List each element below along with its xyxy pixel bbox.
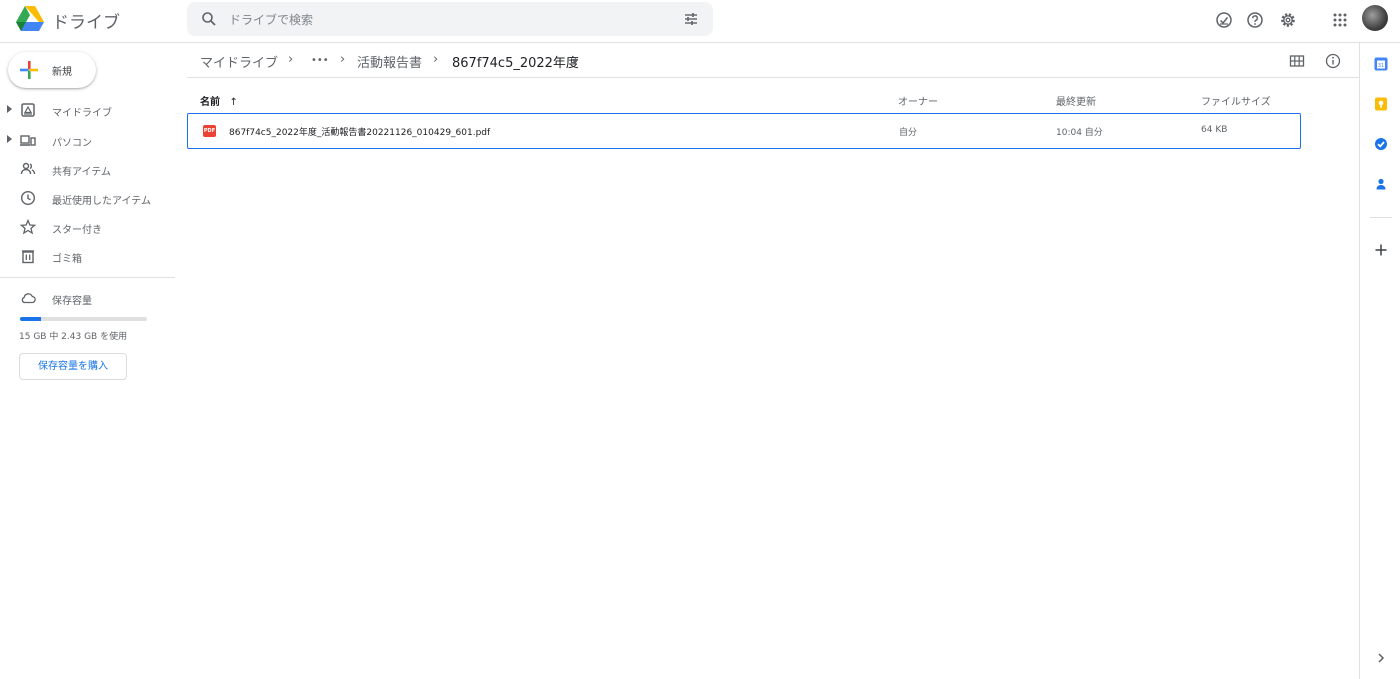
- expand-arrow-icon[interactable]: [7, 135, 12, 143]
- sidebar-item-label: マイドライブ: [52, 108, 112, 119]
- side-panel-divider: [1370, 217, 1392, 218]
- search-options-icon[interactable]: [683, 11, 699, 27]
- new-button[interactable]: 新規: [8, 52, 96, 88]
- svg-text:31: 31: [1378, 63, 1384, 69]
- sidebar-item-computers[interactable]: パソコン: [0, 126, 175, 154]
- offline-check-icon[interactable]: [1215, 11, 1233, 29]
- file-name[interactable]: 867f74c5_2022年度_活動報告書20221126_010429_601…: [229, 125, 490, 138]
- app-title[interactable]: ドライブ: [52, 8, 120, 33]
- breadcrumb-separator-icon: ›: [433, 52, 439, 67]
- sidebar-item-trash[interactable]: ゴミ箱: [0, 242, 175, 270]
- sidebar-item-label: 共有アイテム: [52, 167, 111, 178]
- sidebar-item-my-drive[interactable]: マイドライブ: [0, 96, 175, 124]
- column-header-owner[interactable]: オーナー: [898, 93, 938, 108]
- breadcrumb-separator-icon: ›: [288, 52, 294, 67]
- account-avatar[interactable]: [1362, 5, 1388, 31]
- file-row[interactable]: PDF 867f74c5_2022年度_活動報告書20221126_010429…: [187, 113, 1301, 149]
- buy-storage-button[interactable]: 保存容量を購入: [19, 353, 127, 380]
- shared-icon: [20, 162, 36, 175]
- breadcrumb-parent[interactable]: 活動報告書: [357, 52, 422, 71]
- sort-ascending-icon[interactable]: ↑: [229, 97, 237, 108]
- trash-icon: [22, 250, 34, 264]
- sidebar-item-label: 最近使用したアイテム: [52, 196, 151, 207]
- sidebar-item-label: ゴミ箱: [52, 254, 82, 265]
- breadcrumb-separator-icon: ›: [340, 52, 346, 67]
- cloud-icon: [21, 293, 36, 304]
- help-icon[interactable]: [1246, 11, 1264, 29]
- apps-grid-icon[interactable]: [1331, 11, 1349, 29]
- sidebar-item-recent[interactable]: 最近使用したアイテム: [0, 184, 175, 212]
- chevron-down-icon[interactable]: ▼: [572, 57, 578, 66]
- top-bar: ドライブ ドライブで検索: [0, 0, 1400, 43]
- storage-progress-fill: [20, 317, 41, 321]
- contacts-icon[interactable]: [1373, 176, 1389, 192]
- column-header-modified[interactable]: 最終更新: [1056, 93, 1096, 108]
- grid-view-icon[interactable]: [1289, 53, 1305, 69]
- computers-icon: [20, 135, 36, 146]
- search-input[interactable]: ドライブで検索: [229, 11, 313, 28]
- sidebar-item-starred[interactable]: スター付き: [0, 213, 175, 241]
- search-icon[interactable]: [201, 11, 217, 27]
- sidebar-item-storage[interactable]: 保存容量: [0, 284, 175, 312]
- sidebar-item-label: スター付き: [52, 225, 102, 236]
- chevron-right-icon[interactable]: [1373, 650, 1389, 666]
- plus-icon: [20, 61, 38, 79]
- file-size: 64 KB: [1201, 125, 1228, 135]
- header-divider: [187, 77, 1359, 78]
- storage-progress-bar: [20, 317, 147, 321]
- calendar-icon[interactable]: 31: [1373, 56, 1389, 72]
- recent-icon: [20, 190, 36, 206]
- column-header-name[interactable]: 名前 ↑: [200, 93, 238, 108]
- new-button-label: 新規: [52, 67, 72, 78]
- drive-logo-icon[interactable]: [16, 6, 44, 32]
- my-drive-icon: [21, 103, 35, 117]
- keep-icon[interactable]: [1373, 96, 1389, 112]
- tasks-icon[interactable]: [1373, 136, 1389, 152]
- info-icon[interactable]: [1325, 53, 1341, 69]
- star-icon: [20, 219, 36, 235]
- file-owner: 自分: [899, 128, 918, 138]
- expand-arrow-icon[interactable]: [7, 105, 12, 113]
- settings-icon[interactable]: [1279, 11, 1297, 29]
- breadcrumb-current[interactable]: 867f74c5_2022年度: [452, 52, 579, 71]
- sidebar-item-label: パソコン: [52, 138, 92, 149]
- pdf-file-icon: PDF: [203, 125, 216, 137]
- breadcrumb-root[interactable]: マイドライブ: [200, 52, 278, 71]
- sidebar-divider: [0, 277, 175, 278]
- breadcrumb-ellipsis[interactable]: •••: [311, 55, 329, 66]
- search-box[interactable]: ドライブで検索: [187, 2, 713, 36]
- file-modified: 10:04 自分: [1056, 128, 1103, 138]
- side-panel: 31: [1359, 43, 1400, 679]
- column-header-size[interactable]: ファイルサイズ: [1201, 93, 1271, 108]
- storage-label: 保存容量: [52, 296, 92, 307]
- storage-usage-text: 15 GB 中 2.43 GB を使用: [19, 332, 128, 342]
- sidebar-item-shared[interactable]: 共有アイテム: [0, 155, 175, 183]
- add-addon-icon[interactable]: [1373, 242, 1389, 258]
- column-header-name-label: 名前: [200, 97, 220, 108]
